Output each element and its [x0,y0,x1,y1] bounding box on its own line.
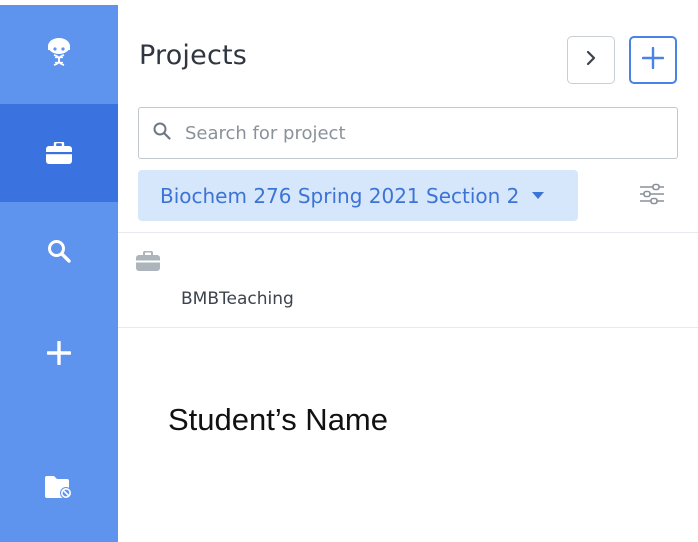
nav-rail [0,0,118,542]
rail-item-search[interactable] [0,202,118,300]
sliders-icon [639,183,665,210]
rail-item-folders[interactable] [0,438,118,536]
divider [118,327,698,328]
project-name: BMBTeaching [181,289,294,309]
page-title: Projects [139,40,248,71]
student-name-label: Student’s Name [168,402,388,437]
plus-icon [641,46,665,74]
add-project-button[interactable] [629,36,677,84]
plus-icon [47,341,71,365]
dna-avatar-icon [46,37,72,71]
search-icon [47,239,71,263]
section-dropdown[interactable]: Biochem 276 Spring 2021 Section 2 [138,170,578,221]
filter-settings-button[interactable] [637,181,667,211]
briefcase-icon [136,250,160,276]
rail-item-profile[interactable] [0,5,118,103]
project-list-item[interactable]: BMBTeaching [118,233,698,327]
caret-down-icon [532,187,545,205]
projects-panel: Projects Biochem 276 Spring 2021 Section… [118,0,698,542]
folder-icon [45,475,73,499]
project-search [138,107,678,159]
rail-item-projects[interactable] [0,104,118,202]
search-icon [153,122,171,145]
section-dropdown-value: Biochem 276 Spring 2021 Section 2 [160,183,520,208]
expand-button[interactable] [567,36,615,84]
rail-item-new[interactable] [0,304,118,402]
search-input[interactable] [185,122,645,144]
briefcase-icon [46,142,72,164]
chevron-right-icon [584,50,598,71]
